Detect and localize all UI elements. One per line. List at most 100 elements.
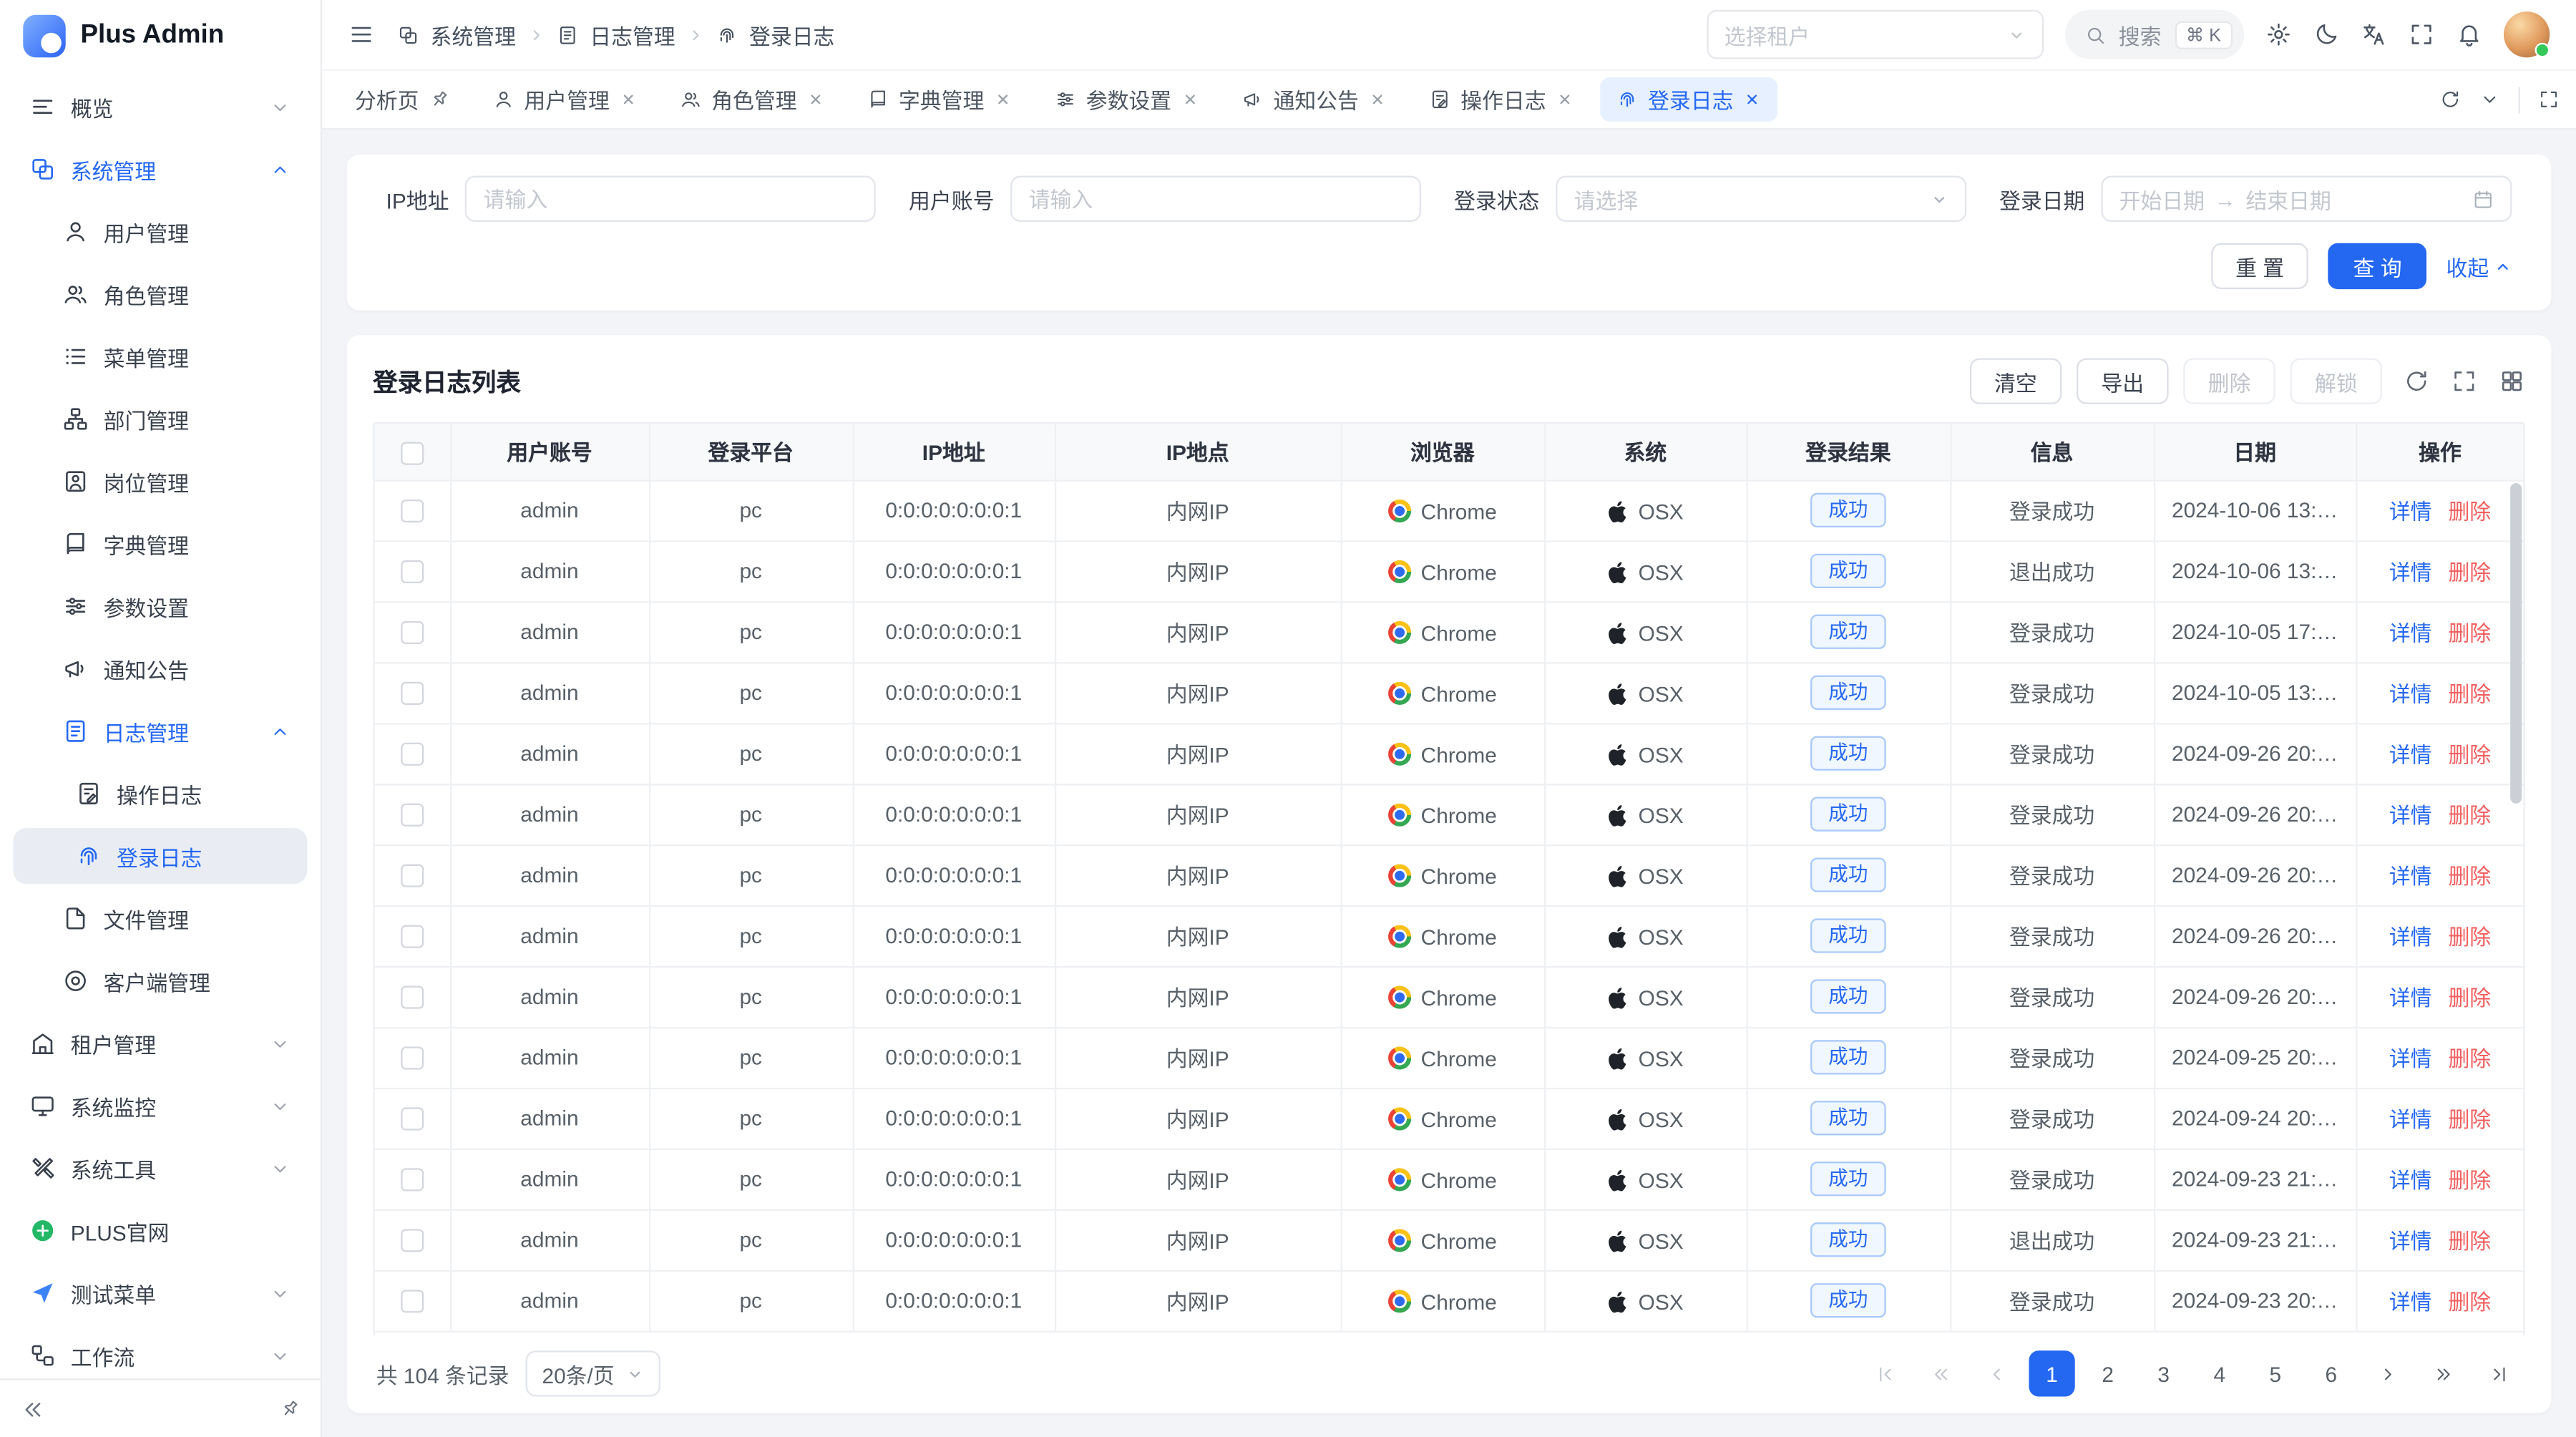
row-checkbox[interactable] [401,1290,424,1313]
row-checkbox[interactable] [401,743,424,766]
close-icon[interactable] [1556,90,1574,108]
jump-forward-button[interactable] [2420,1350,2466,1396]
date-range-picker[interactable]: 开始日期 → 结束日期 [2101,176,2512,222]
notifications-bell-icon[interactable] [2456,21,2482,48]
page-button[interactable]: 3 [2141,1350,2187,1396]
breadcrumb-item[interactable]: 系统管理 [431,19,516,50]
remove-link[interactable]: 删除 [2448,1168,2491,1192]
tab-dict-management[interactable]: 字典管理 [851,77,1028,122]
app-logo[interactable]: Plus Admin [0,0,321,72]
unlock-button[interactable]: 解锁 [2290,359,2382,404]
detail-link[interactable]: 详情 [2389,682,2432,706]
tab-notice[interactable]: 通知公告 [1226,77,1403,122]
sidebar-item-dict-management[interactable]: 字典管理 [13,516,307,572]
menu-toggle-icon[interactable] [348,21,375,48]
sidebar-item-system-management[interactable]: 系统管理 [13,141,307,197]
collapse-sidebar-icon[interactable] [20,1395,47,1422]
sidebar-item-system-tools[interactable]: 系统工具 [13,1140,307,1196]
next-page-button[interactable] [2364,1350,2410,1396]
row-checkbox[interactable] [401,1108,424,1131]
row-checkbox[interactable] [401,561,424,584]
row-checkbox[interactable] [401,986,424,1009]
refresh-icon[interactable] [2404,368,2430,394]
close-icon[interactable] [1743,90,1761,108]
fullscreen-icon[interactable] [2409,21,2435,48]
chevron-down-icon[interactable] [2479,89,2501,110]
detail-link[interactable]: 详情 [2389,925,2432,950]
detail-link[interactable]: 详情 [2389,804,2432,828]
page-size-select[interactable]: 20条/页 [526,1350,660,1396]
tab-user-management[interactable]: 用户管理 [477,77,654,122]
sidebar-item-overview[interactable]: 概览 [13,79,307,135]
delete-button[interactable]: 删除 [2183,359,2275,404]
sidebar-item-param-settings[interactable]: 参数设置 [13,578,307,634]
sidebar-item-workflow[interactable]: 工作流 [13,1328,307,1378]
row-checkbox[interactable] [401,1047,424,1070]
detail-link[interactable]: 详情 [2389,1046,2432,1071]
sidebar-item-tenant-management[interactable]: 租户管理 [13,1015,307,1071]
status-select[interactable]: 请选择 [1556,176,1966,222]
row-checkbox[interactable] [401,864,424,887]
select-all-checkbox[interactable] [401,442,424,464]
close-icon[interactable] [806,90,824,108]
sidebar-item-system-monitor[interactable]: 系统监控 [13,1078,307,1134]
breadcrumb-item[interactable]: 日志管理 [590,19,675,50]
language-icon[interactable] [2361,21,2387,48]
page-button[interactable]: 6 [2308,1350,2354,1396]
remove-link[interactable]: 删除 [2448,1290,2491,1314]
detail-link[interactable]: 详情 [2389,1168,2432,1192]
detail-link[interactable]: 详情 [2389,1107,2432,1131]
detail-link[interactable]: 详情 [2389,1229,2432,1253]
sidebar-item-log-management[interactable]: 日志管理 [13,703,307,759]
close-icon[interactable] [1181,90,1199,108]
sidebar-item-plus-website[interactable]: PLUS官网 [13,1203,307,1259]
dark-mode-moon-icon[interactable] [2313,21,2340,48]
reset-button[interactable]: 重 置 [2211,243,2309,289]
sidebar-item-test-menu[interactable]: 测试菜单 [13,1265,307,1321]
ip-input[interactable] [484,187,858,211]
sidebar-item-file-management[interactable]: 文件管理 [13,890,307,946]
tab-param-settings[interactable]: 参数设置 [1038,77,1216,122]
row-checkbox[interactable] [401,925,424,948]
sidebar-item-client-management[interactable]: 客户端管理 [13,953,307,1009]
last-page-button[interactable] [2476,1350,2522,1396]
export-button[interactable]: 导出 [2077,359,2169,404]
remove-link[interactable]: 删除 [2448,560,2491,585]
sidebar-item-login-log[interactable]: 登录日志 [13,828,307,884]
sidebar-item-notice[interactable]: 通知公告 [13,640,307,696]
close-icon[interactable] [620,90,638,108]
remove-link[interactable]: 删除 [2448,1229,2491,1253]
remove-link[interactable]: 删除 [2448,500,2491,524]
sidebar-item-role-management[interactable]: 角色管理 [13,266,307,322]
prev-page-button[interactable] [1973,1350,2019,1396]
close-icon[interactable] [1369,90,1387,108]
row-checkbox[interactable] [401,682,424,705]
detail-link[interactable]: 详情 [2389,500,2432,524]
first-page-button[interactable] [1861,1350,1907,1396]
remove-link[interactable]: 删除 [2448,743,2491,767]
remove-link[interactable]: 删除 [2448,1107,2491,1131]
search-button[interactable]: 查 询 [2328,243,2426,289]
pin-icon[interactable] [424,84,454,115]
page-button[interactable]: 5 [2253,1350,2298,1396]
avatar[interactable] [2504,11,2550,57]
remove-link[interactable]: 删除 [2448,621,2491,646]
expand-table-icon[interactable] [2451,368,2477,394]
fullscreen-content-icon[interactable] [2538,89,2560,110]
detail-link[interactable]: 详情 [2389,743,2432,767]
detail-link[interactable]: 详情 [2389,621,2432,646]
global-search-button[interactable]: 搜索 ⌘ K [2064,10,2244,59]
detail-link[interactable]: 详情 [2389,986,2432,1010]
settings-gear-icon[interactable] [2265,21,2292,48]
sidebar-item-user-management[interactable]: 用户管理 [13,204,307,260]
remove-link[interactable]: 删除 [2448,804,2491,828]
page-button[interactable]: 2 [2084,1350,2130,1396]
detail-link[interactable]: 详情 [2389,1290,2432,1314]
row-checkbox[interactable] [401,1229,424,1252]
remove-link[interactable]: 删除 [2448,1046,2491,1071]
tab-operation-log[interactable]: 操作日志 [1413,77,1591,122]
pin-sidebar-icon[interactable] [275,1394,305,1424]
refresh-icon[interactable] [2439,89,2461,110]
row-checkbox[interactable] [401,804,424,827]
account-input[interactable] [1029,187,1403,211]
